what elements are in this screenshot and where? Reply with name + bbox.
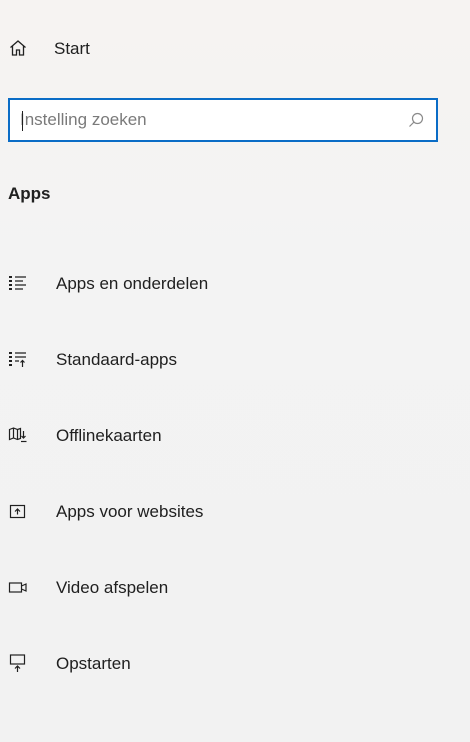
nav-item-label: Apps voor websites	[56, 502, 204, 521]
nav-item-apps-for-websites[interactable]: Apps voor websites	[0, 490, 470, 566]
nav-item-label: Apps en onderdelen	[56, 274, 209, 293]
nav-item-offline-maps[interactable]: Offlinekaarten	[0, 414, 470, 490]
startup-icon	[8, 653, 28, 673]
nav-item-default-apps[interactable]: Standaard-apps	[0, 338, 470, 414]
text-caret	[22, 111, 23, 131]
offline-maps-icon	[8, 425, 28, 445]
nav-item-label: Standaard-apps	[56, 350, 177, 369]
search-input[interactable]	[20, 100, 400, 140]
home-icon	[8, 38, 28, 58]
nav-item-video-playback[interactable]: Video afspelen	[0, 566, 470, 642]
default-apps-icon	[8, 349, 28, 369]
nav-item-label: Opstarten	[56, 654, 131, 673]
search-icon[interactable]	[406, 110, 426, 130]
video-playback-icon	[8, 577, 28, 597]
nav-item-apps-features[interactable]: Apps en onderdelen	[0, 262, 470, 338]
nav-item-startup[interactable]: Opstarten	[0, 642, 470, 718]
home-label: Start	[54, 38, 90, 58]
settings-search-box[interactable]	[8, 98, 438, 142]
home-nav-item[interactable]: Start	[8, 34, 90, 62]
nav-item-label: Video afspelen	[56, 578, 169, 597]
apps-features-icon	[8, 273, 28, 293]
section-title: Apps	[8, 184, 51, 203]
apps-for-websites-icon	[8, 501, 28, 521]
nav-item-label: Offlinekaarten	[56, 426, 162, 445]
apps-nav-list: Apps en onderdelen Standaard-apps Offlin	[0, 262, 470, 718]
